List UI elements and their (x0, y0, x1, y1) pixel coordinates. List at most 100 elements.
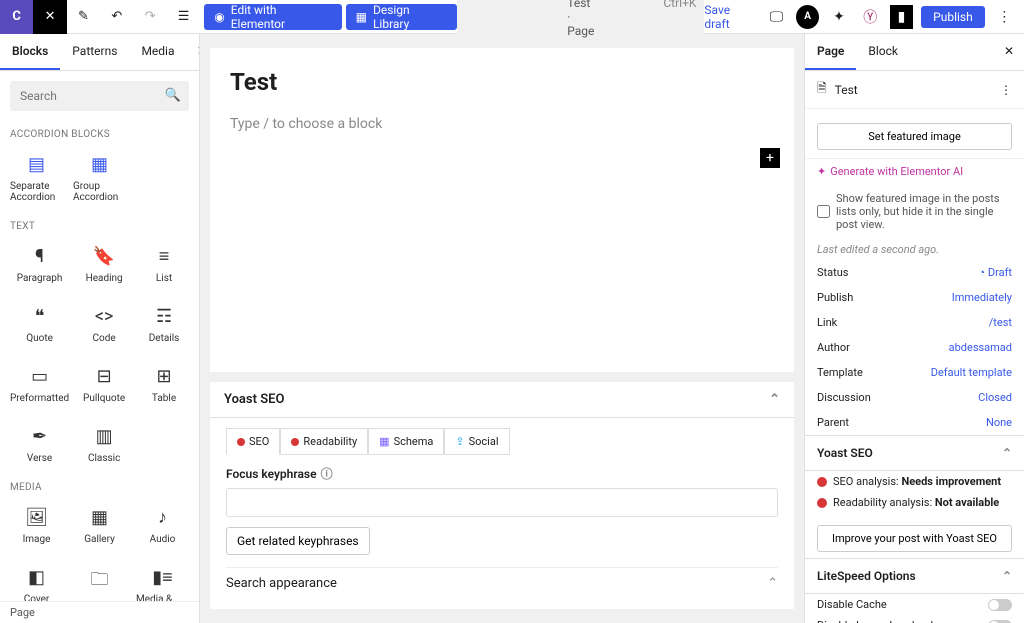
add-block-button[interactable]: + (760, 148, 780, 168)
yoast-tab-schema[interactable]: ▦Schema (368, 428, 444, 455)
related-keyphrases-button[interactable]: Get related keyphrases (226, 527, 370, 555)
close-inserter-icon[interactable]: ✕ (187, 34, 201, 70)
canvas[interactable]: Test Type / to choose a block + (210, 48, 794, 372)
desktop-icon[interactable]: 🖵 (765, 5, 788, 29)
inserter-panel: Blocks Patterns Media ✕ 🔍 ACCORDION BLOC… (0, 34, 200, 623)
gallery-icon: ▦ (91, 507, 108, 528)
code-icon: <> (95, 306, 114, 327)
kv-publish[interactable]: PublishImmediately (805, 285, 1024, 310)
shortcut-label: Ctrl+K (663, 0, 696, 10)
chevron-up-icon: ⌃ (1002, 446, 1012, 460)
block-gallery[interactable]: ▦Gallery (69, 497, 130, 555)
paragraph-icon: ¶ (35, 246, 44, 267)
page-icon: 🗎 (817, 79, 827, 100)
yoast-panel-header[interactable]: Yoast SEO⌃ (210, 382, 794, 418)
yoast-toolbar-icon[interactable]: Ⓨ (859, 5, 882, 29)
litespeed-section-header[interactable]: LiteSpeed Options⌃ (805, 558, 1024, 594)
tab-patterns[interactable]: Patterns (60, 34, 129, 70)
improve-yoast-button[interactable]: Improve your post with Yoast SEO (817, 525, 1012, 552)
yoast-tab-readability[interactable]: Readability (280, 428, 368, 455)
block-image[interactable]: 🖼Image (6, 497, 67, 555)
edit-elementor-button[interactable]: ◉Edit with Elementor (204, 4, 341, 30)
page-title-bar[interactable]: Test · PageCtrl+K (457, 0, 704, 42)
media-text-icon: ▮≡ (152, 567, 172, 588)
block-media-text[interactable]: ▮≡Media & Text (132, 557, 193, 601)
status-dot-icon: ◔ (978, 266, 985, 279)
kv-parent[interactable]: ParentNone (805, 410, 1024, 435)
red-dot-icon (237, 438, 245, 446)
block-classic[interactable]: ▥Classic (75, 416, 133, 474)
tab-media[interactable]: Media (129, 34, 186, 70)
yoast-tab-seo[interactable]: SEO (226, 428, 280, 455)
astra-icon[interactable]: A (796, 5, 819, 29)
verse-icon: ✒ (32, 426, 47, 447)
block-cover[interactable]: ◧Cover (6, 557, 67, 601)
block-placeholder[interactable]: Type / to choose a block (230, 116, 774, 132)
yoast-section-header[interactable]: Yoast SEO⌃ (805, 435, 1024, 471)
edit-icon[interactable]: ✎ (67, 0, 100, 34)
block-preformatted[interactable]: ▭Preformatted (6, 356, 73, 414)
settings-panel-icon[interactable]: ▮ (890, 5, 913, 29)
close-settings-icon[interactable]: ✕ (994, 34, 1024, 70)
hide-featured-checkbox[interactable] (817, 192, 830, 231)
schema-icon: ▦ (379, 435, 389, 448)
accordion-group-icon: ▦ (91, 154, 108, 175)
block-pullquote[interactable]: ⊟Pullquote (75, 356, 133, 414)
block-quote[interactable]: ❝Quote (6, 296, 73, 354)
kv-template[interactable]: TemplateDefault template (805, 360, 1024, 385)
section-media: MEDIA (0, 474, 199, 497)
block-separate-accordion[interactable]: ▤Separate Accordion (6, 144, 67, 213)
focus-keyphrase-input[interactable] (226, 488, 778, 517)
yoast-tab-social[interactable]: ⇪Social (444, 428, 509, 455)
sparkle-icon: ✦ (817, 165, 826, 178)
block-verse[interactable]: ✒Verse (6, 416, 73, 474)
kv-status[interactable]: Status◔ Draft (805, 260, 1024, 285)
search-input[interactable] (10, 81, 189, 111)
block-list[interactable]: ≡List (135, 236, 193, 294)
block-details[interactable]: ☶Details (135, 296, 193, 354)
block-heading[interactable]: 🔖Heading (75, 236, 133, 294)
block-code[interactable]: <>Code (75, 296, 133, 354)
kv-discussion[interactable]: DiscussionClosed (805, 385, 1024, 410)
toggle-label: Disable Image Lazyload (817, 619, 933, 623)
undo-icon[interactable]: ↶ (100, 0, 133, 34)
block-table[interactable]: ⊞Table (135, 356, 193, 414)
featured-image-button[interactable]: Set featured image (817, 123, 1012, 150)
elementor-icon: ◉ (214, 10, 224, 24)
kv-link[interactable]: Link/test (805, 310, 1024, 335)
section-text: TEXT (0, 213, 199, 236)
design-library-button[interactable]: ▦Design Library (346, 4, 458, 30)
red-dot-icon (817, 477, 827, 487)
tab-page[interactable]: Page (805, 34, 856, 70)
top-toolbar: C ✕ ✎ ↶ ↷ ☰ ◉Edit with Elementor ▦Design… (0, 0, 1024, 34)
page-actions-icon[interactable]: ⋮ (1000, 83, 1012, 97)
logo-button[interactable]: C (0, 0, 33, 34)
block-group-accordion[interactable]: ▦Group Accordion (69, 144, 130, 213)
elementor-ai-link[interactable]: ✦Generate with Elementor AI (805, 159, 1024, 184)
kv-author[interactable]: Authorabdessamad (805, 335, 1024, 360)
publish-button[interactable]: Publish (921, 6, 985, 28)
search-appearance-toggle[interactable]: Search appearance⌃ (226, 567, 778, 599)
last-edited: Last edited a second ago. (805, 239, 1024, 260)
chevron-up-icon: ⌃ (769, 392, 780, 407)
chevron-up-icon: ⌃ (767, 576, 778, 591)
disable-lazyload-toggle[interactable] (988, 620, 1012, 623)
post-title[interactable]: Test (230, 68, 774, 96)
more-icon[interactable]: ⋮ (993, 5, 1016, 29)
help-icon[interactable]: ⓘ (321, 465, 333, 482)
block-file[interactable]: 🗀File (69, 557, 130, 601)
quote-icon: ❝ (35, 306, 45, 327)
heading-icon: 🔖 (93, 246, 115, 267)
sparkle-icon[interactable]: ✦ (827, 5, 850, 29)
block-audio[interactable]: ♪Audio (132, 497, 193, 555)
accordion-icon: ▤ (28, 154, 45, 175)
table-icon: ⊞ (156, 366, 171, 387)
tab-blocks[interactable]: Blocks (0, 34, 60, 70)
tab-block[interactable]: Block (856, 34, 910, 70)
redo-icon[interactable]: ↷ (134, 0, 167, 34)
block-paragraph[interactable]: ¶Paragraph (6, 236, 73, 294)
close-button[interactable]: ✕ (33, 0, 66, 34)
outline-icon[interactable]: ☰ (167, 0, 200, 34)
save-draft-link[interactable]: Save draft (704, 3, 756, 31)
disable-cache-toggle[interactable] (988, 599, 1012, 611)
